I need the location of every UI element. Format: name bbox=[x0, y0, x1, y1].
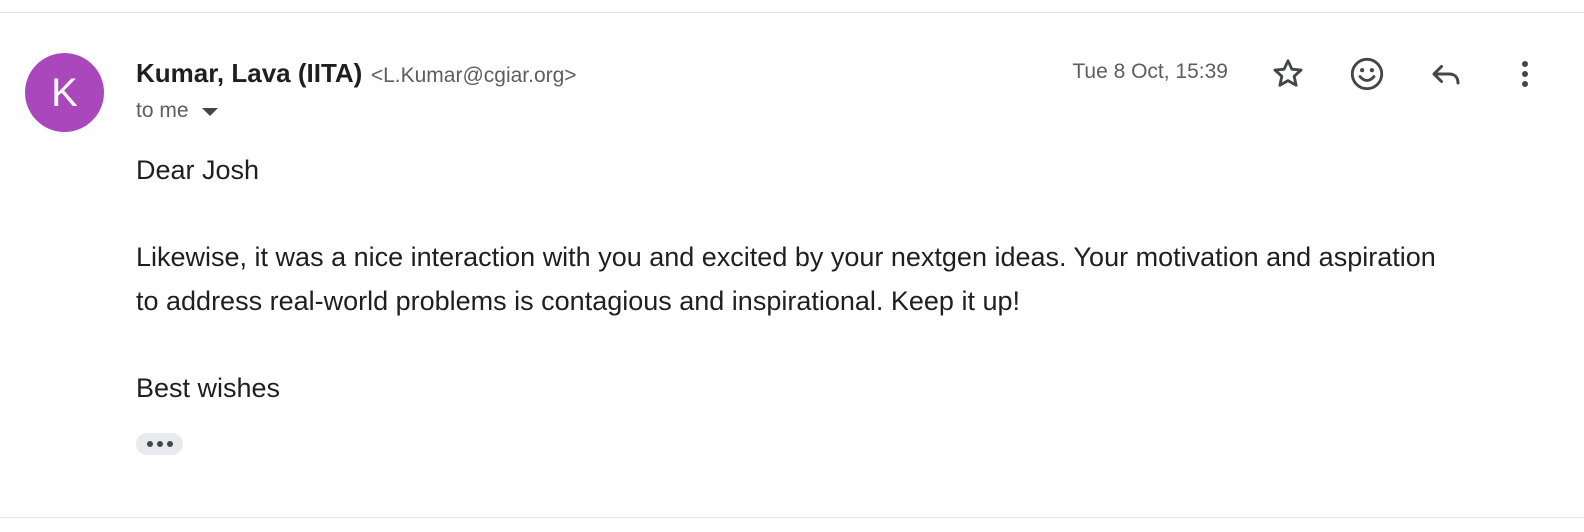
star-icon bbox=[1273, 59, 1303, 87]
more-options-button[interactable] bbox=[1505, 54, 1545, 94]
chevron-down-icon bbox=[201, 108, 218, 116]
star-button[interactable] bbox=[1268, 54, 1308, 94]
add-reaction-button[interactable] bbox=[1347, 54, 1387, 94]
ellipsis-dot bbox=[156, 441, 163, 447]
more-vertical-icon bbox=[1522, 60, 1528, 88]
sender-line: Kumar, Lava (IITA) <L.Kumar@cgiar.org> bbox=[136, 58, 577, 89]
message-timestamp: Tue 8 Oct, 15:39 bbox=[1072, 60, 1228, 83]
avatar-initial: K bbox=[51, 70, 78, 115]
email-message-view: K Kumar, Lava (IITA) <L.Kumar@cgiar.org>… bbox=[0, 0, 1584, 532]
recipient-details-toggle[interactable]: to me bbox=[136, 99, 218, 123]
body-paragraph-line-2: to address real-world problems is contag… bbox=[136, 286, 1020, 316]
bottom-divider bbox=[0, 517, 1584, 518]
sender-avatar[interactable]: K bbox=[25, 53, 104, 132]
reply-button[interactable] bbox=[1426, 54, 1466, 94]
body-closing: Best wishes bbox=[136, 373, 281, 403]
ellipsis-dot bbox=[166, 441, 173, 447]
ellipsis-dot bbox=[146, 441, 153, 447]
sender-name[interactable]: Kumar, Lava (IITA) bbox=[136, 58, 362, 88]
sender-email: <L.Kumar@cgiar.org> bbox=[370, 64, 577, 87]
show-trimmed-content-button[interactable] bbox=[136, 433, 183, 455]
reply-icon bbox=[1432, 65, 1460, 85]
recipient-label: to me bbox=[136, 99, 189, 122]
smiley-icon bbox=[1350, 57, 1384, 91]
top-divider bbox=[0, 12, 1584, 13]
body-greeting: Dear Josh bbox=[136, 155, 260, 185]
body-paragraph-line-1: Likewise, it was a nice interaction with… bbox=[136, 242, 1436, 272]
